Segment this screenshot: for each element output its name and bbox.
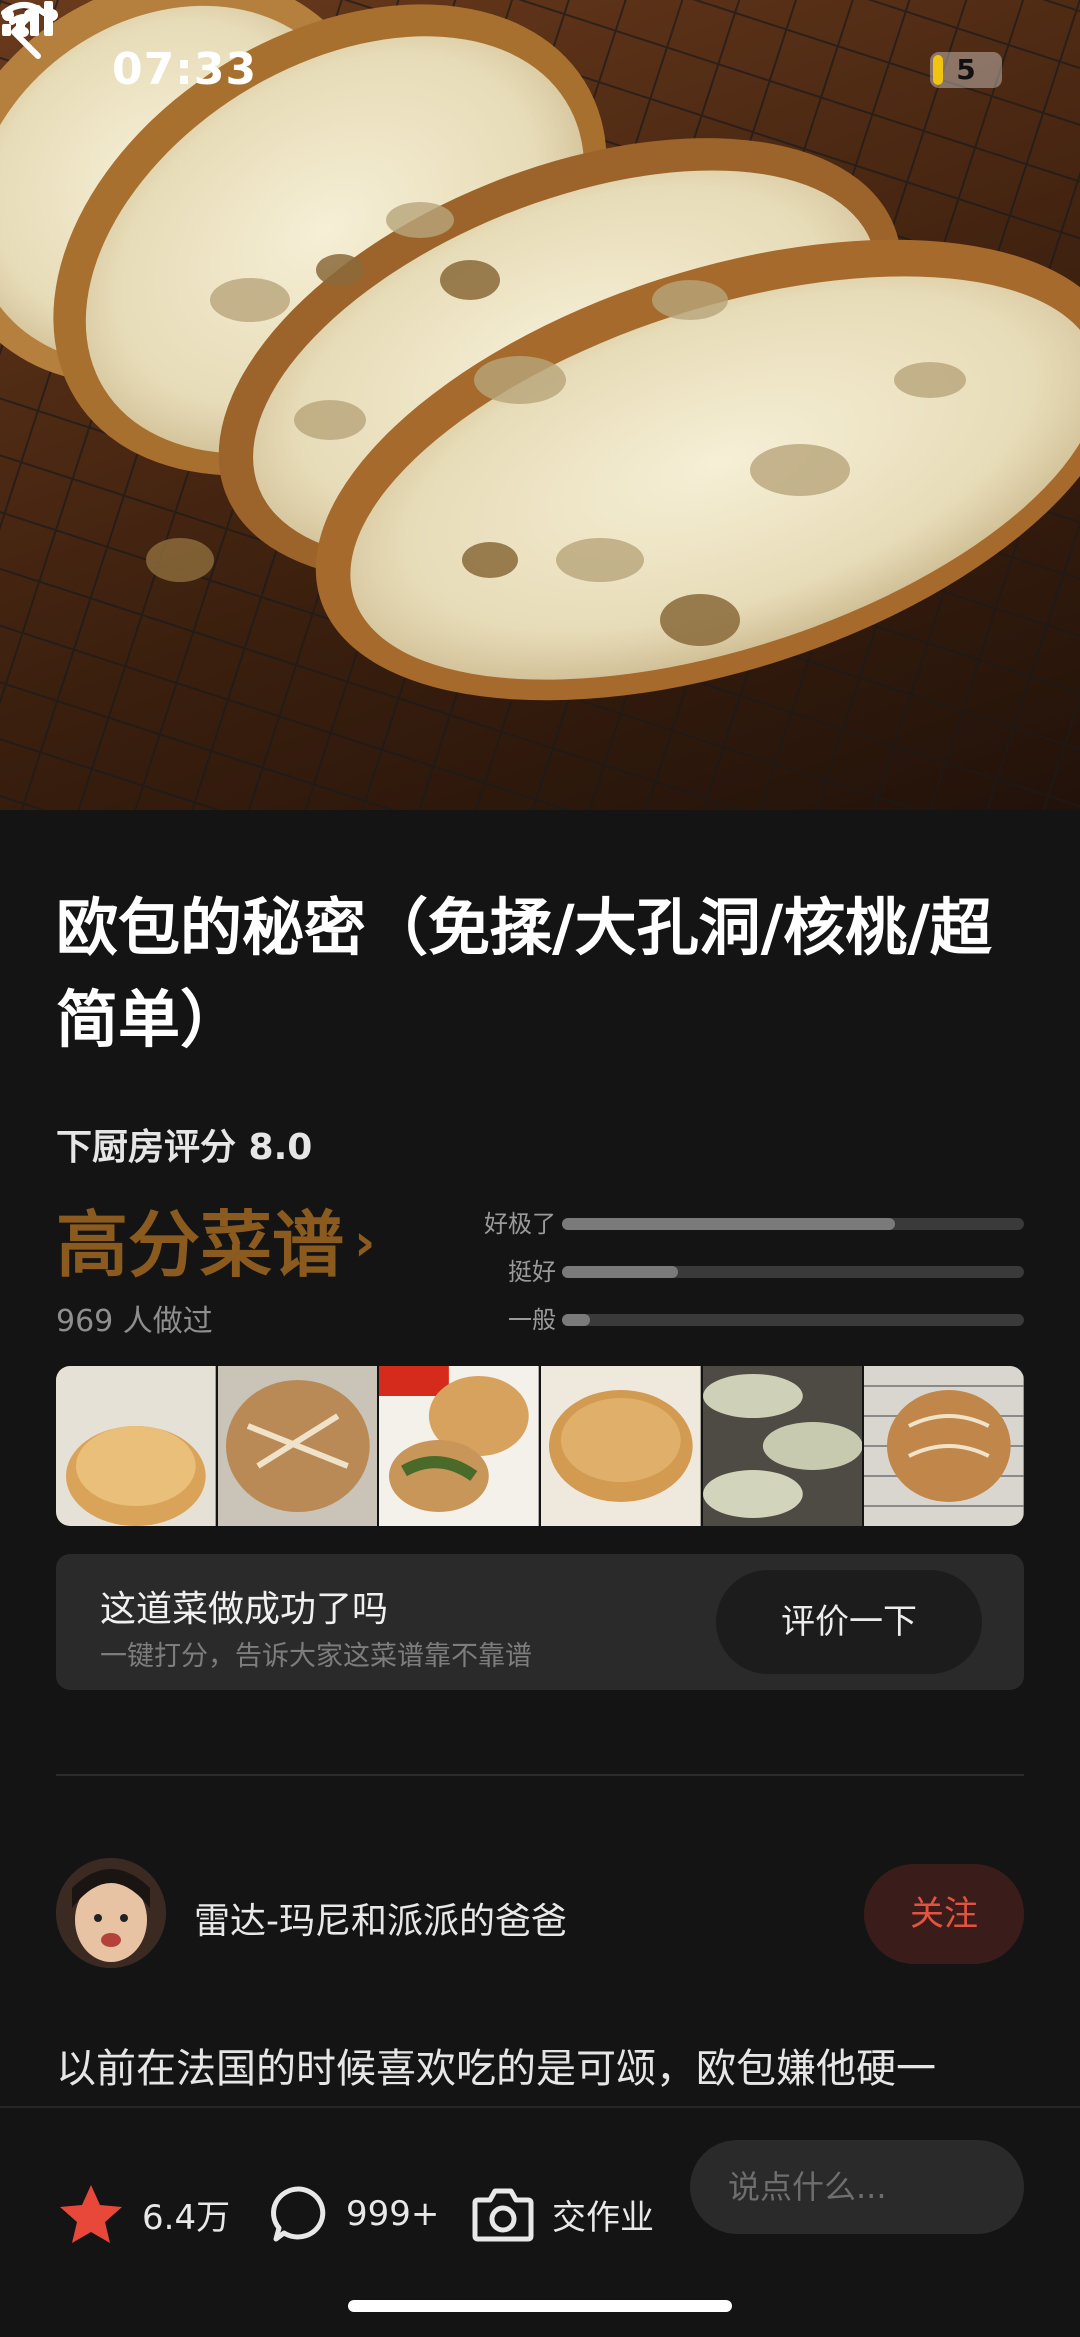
rate-button[interactable]: 评价一下 xyxy=(716,1570,982,1674)
user-photo[interactable] xyxy=(702,1366,863,1526)
recipe-intro: 以前在法国的时候喜欢吃的是可颂，欧包嫌他硬一 xyxy=(56,2046,936,2092)
review-subtitle: 一键打分，告诉大家这菜谱靠不靠谱 xyxy=(100,1641,532,1672)
author-avatar[interactable] xyxy=(56,1858,166,1968)
user-photo[interactable] xyxy=(864,1366,1024,1526)
review-prompt-card: 这道菜做成功了吗 一键打分，告诉大家这菜谱靠不靠谱 评价一下 xyxy=(56,1554,1024,1690)
battery-icon: 5 xyxy=(930,52,1002,88)
made-count: 969 人做过 xyxy=(56,1304,213,1339)
author-name[interactable]: 雷达-玛尼和派派的爸爸 xyxy=(194,1892,567,1944)
divider xyxy=(56,1774,1024,1776)
rating-label: 下厨房评分 8.0 xyxy=(56,1127,313,1168)
camera-icon xyxy=(472,2188,534,2242)
comment-count: 999+ xyxy=(346,2194,440,2234)
rating-row-excellent: 好极了 xyxy=(460,1198,1024,1246)
rating-row-average: 一般 xyxy=(460,1294,1024,1342)
status-time: 07:33 xyxy=(112,44,258,95)
rating-bar xyxy=(562,1266,678,1278)
user-photo[interactable] xyxy=(56,1366,216,1526)
comment-input[interactable]: 说点什么... xyxy=(690,2140,1024,2234)
more-options-icon[interactable] xyxy=(0,0,60,30)
rating-row-good: 挺好 xyxy=(460,1246,1024,1294)
user-photo[interactable] xyxy=(379,1366,540,1526)
high-score-badge[interactable]: 高分菜谱 › xyxy=(56,1186,375,1291)
user-photos-strip[interactable] xyxy=(56,1366,1024,1526)
rating-distribution: 好极了 挺好 一般 xyxy=(460,1198,1024,1342)
comment-bubble-icon xyxy=(271,2186,326,2242)
review-question: 这道菜做成功了吗 xyxy=(100,1589,389,1630)
chevron-right-icon: › xyxy=(354,1213,376,1273)
rating-bar xyxy=(562,1314,590,1326)
high-score-text: 高分菜谱 xyxy=(56,1203,345,1287)
star-icon xyxy=(60,2185,122,2243)
battery-level: 5 xyxy=(956,53,976,86)
favorite-count: 6.4万 xyxy=(142,2197,231,2238)
user-photo[interactable] xyxy=(541,1366,701,1526)
comment-action[interactable]: 999+ xyxy=(270,2184,439,2244)
rating-row-label: 一般 xyxy=(508,1306,556,1334)
rating-row-label: 好极了 xyxy=(484,1210,556,1238)
recipe-detail-page: 07:33 5 欧包的秘密（免揉/大孔洞/核桃/超简单） 下厨房评分 8.0 高… xyxy=(0,0,1080,2337)
user-photo[interactable] xyxy=(217,1366,378,1526)
follow-button[interactable]: 关注 xyxy=(864,1864,1024,1964)
status-bar: 07:33 5 xyxy=(0,0,1080,140)
rating-bar xyxy=(562,1218,895,1230)
homework-label: 交作业 xyxy=(552,2197,654,2238)
rating-row-label: 挺好 xyxy=(508,1258,556,1286)
recipe-title: 欧包的秘密（免揉/大孔洞/核桃/超简单） xyxy=(56,891,992,1056)
favorite-action[interactable]: 6.4万 xyxy=(58,2184,230,2244)
homework-action[interactable]: 交作业 xyxy=(472,2184,654,2244)
home-indicator[interactable] xyxy=(348,2300,732,2312)
hero-image: 07:33 5 xyxy=(0,0,1080,810)
